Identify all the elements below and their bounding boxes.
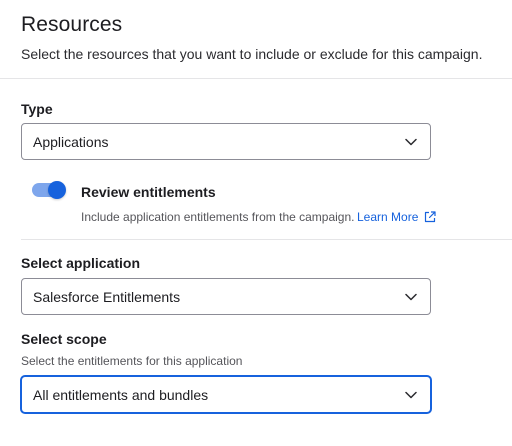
type-select-value: Applications <box>33 133 109 150</box>
scope-label: Select scope <box>21 331 107 347</box>
review-entitlements-description: Include application entitlements from th… <box>81 210 355 224</box>
scope-select-value: All entitlements and bundles <box>33 386 209 403</box>
review-entitlements-label: Review entitlements <box>81 184 216 200</box>
application-select[interactable]: Salesforce Entitlements <box>21 278 431 315</box>
header-divider <box>0 78 512 79</box>
chevron-down-icon <box>405 391 417 399</box>
review-entitlements-toggle[interactable] <box>32 181 66 199</box>
type-select[interactable]: Applications <box>21 123 431 160</box>
scope-select[interactable]: All entitlements and bundles <box>21 376 431 413</box>
application-select-value: Salesforce Entitlements <box>33 288 181 305</box>
chevron-down-icon <box>405 293 417 301</box>
application-label: Select application <box>21 255 141 271</box>
chevron-down-icon <box>405 138 417 146</box>
toggle-thumb <box>48 181 66 199</box>
page-subtitle: Select the resources that you want to in… <box>21 46 483 62</box>
external-link-icon <box>424 211 436 223</box>
page-title: Resources <box>21 13 123 36</box>
section-divider <box>21 239 512 240</box>
learn-more-link[interactable]: Learn More <box>357 210 436 224</box>
learn-more-text: Learn More <box>357 210 419 224</box>
type-label: Type <box>21 101 53 117</box>
scope-helper-text: Select the entitlements for this applica… <box>21 354 243 368</box>
